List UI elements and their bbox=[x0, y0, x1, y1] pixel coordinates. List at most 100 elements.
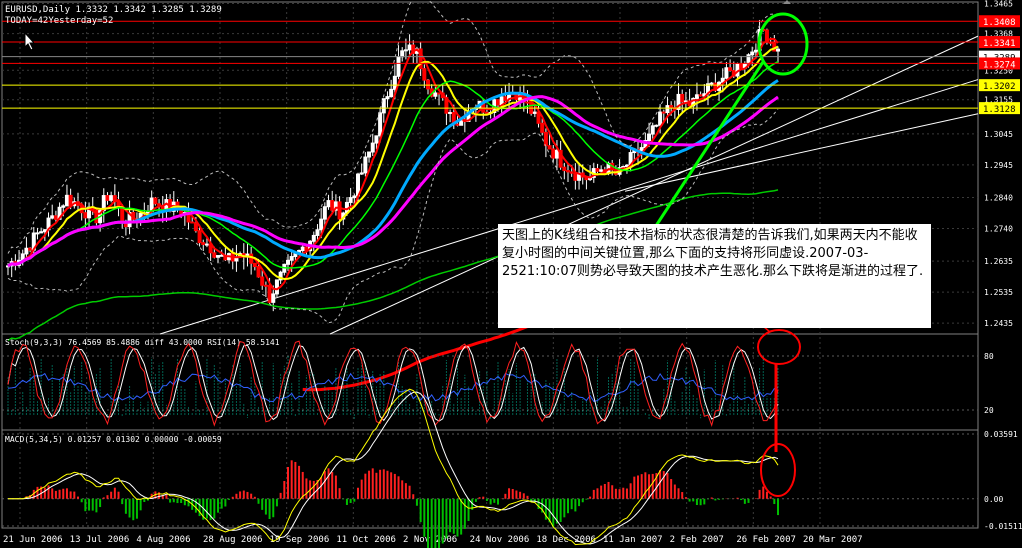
x-axis-label: 11 Jan 2007 bbox=[603, 535, 663, 545]
y-axis-label: 1.2840 bbox=[984, 193, 1013, 202]
candle-body bbox=[24, 247, 29, 255]
macd-axis-label: -0.01511 bbox=[984, 522, 1022, 531]
candle-body bbox=[709, 82, 714, 85]
candle-body bbox=[392, 75, 397, 90]
candle-body bbox=[274, 279, 279, 295]
candle-body bbox=[694, 94, 699, 99]
candle-body bbox=[403, 49, 408, 52]
x-axis-label: 20 Mar 2007 bbox=[803, 535, 863, 545]
x-axis-label: 28 Aug 2006 bbox=[203, 535, 263, 545]
highlight-circle-macd bbox=[760, 443, 796, 497]
candle-body bbox=[201, 242, 206, 245]
candle-body bbox=[256, 266, 261, 278]
candle-body bbox=[658, 111, 663, 126]
candle-body bbox=[252, 262, 257, 268]
candle-body bbox=[330, 200, 335, 211]
candle-body bbox=[363, 156, 368, 174]
price-chart-subtitle: TODAY=42Yesterday=52 bbox=[5, 16, 113, 26]
candle-body bbox=[286, 259, 290, 265]
x-axis-label: 26 Feb 2007 bbox=[736, 535, 796, 545]
y-axis-label: 1.2535 bbox=[984, 288, 1013, 297]
candle-body bbox=[153, 197, 158, 205]
candle-body bbox=[260, 276, 265, 286]
price-chart-title: EURUSD,Daily 1.3332 1.3342 1.3285 1.3289 bbox=[5, 5, 222, 15]
candle-body bbox=[193, 222, 198, 232]
candle-body bbox=[566, 170, 570, 173]
mouse-pointer-icon bbox=[24, 31, 36, 51]
candle-body bbox=[661, 111, 666, 114]
y-axis-label: 1.3045 bbox=[984, 130, 1013, 139]
candle-body bbox=[348, 197, 353, 203]
candle-body bbox=[547, 145, 552, 150]
x-axis-label: 13 Jul 2006 bbox=[70, 535, 130, 545]
price-tag-label: 1.3128 bbox=[983, 105, 1016, 115]
candle-body bbox=[433, 92, 438, 97]
candle-body bbox=[728, 67, 733, 72]
candle-body bbox=[212, 252, 217, 258]
candle-body bbox=[359, 172, 364, 175]
candle-body bbox=[551, 148, 556, 159]
candle-body bbox=[271, 293, 276, 303]
candle-body bbox=[750, 51, 755, 56]
candle-body bbox=[776, 48, 780, 52]
candle-body bbox=[647, 133, 652, 141]
candle-body bbox=[315, 229, 320, 236]
candle-body bbox=[263, 284, 268, 287]
candle-body bbox=[378, 112, 383, 137]
candle-body bbox=[61, 205, 66, 208]
candle-body bbox=[39, 231, 44, 234]
candle-body bbox=[374, 135, 379, 144]
candle-body bbox=[407, 44, 412, 51]
candle-body bbox=[68, 194, 73, 207]
candle-body bbox=[64, 194, 69, 207]
price-tag-label: 1.3408 bbox=[983, 18, 1016, 28]
candle-body bbox=[569, 171, 574, 174]
candle-body bbox=[50, 215, 55, 219]
candle-body bbox=[543, 131, 548, 147]
x-axis-label: 11 Oct 2006 bbox=[336, 535, 396, 545]
candle-body bbox=[216, 255, 220, 258]
candle-body bbox=[109, 195, 114, 201]
macd-axis-label: 0.03591 bbox=[984, 430, 1018, 439]
candle-body bbox=[724, 67, 729, 79]
macd-axis-label: 0.00 bbox=[984, 495, 1003, 504]
candle-body bbox=[400, 50, 405, 58]
candle-body bbox=[426, 79, 430, 90]
candle-body bbox=[496, 99, 500, 106]
y-axis-label: 1.2945 bbox=[984, 161, 1013, 170]
candle-body bbox=[525, 101, 530, 104]
candle-body bbox=[540, 122, 545, 133]
macd-panel-frame bbox=[1, 429, 979, 529]
candle-body bbox=[120, 206, 125, 222]
candle-body bbox=[573, 172, 578, 181]
y-axis-label: 1.2740 bbox=[984, 225, 1013, 234]
candle-body bbox=[654, 124, 659, 127]
y-axis-label: 1.2635 bbox=[984, 257, 1013, 266]
price-tag-label: 1.3274 bbox=[983, 60, 1016, 70]
candle-body bbox=[289, 256, 294, 261]
y-axis-label: 1.3465 bbox=[984, 0, 1013, 9]
candle-body bbox=[53, 215, 58, 220]
candle-body bbox=[337, 201, 342, 220]
candle-body bbox=[455, 123, 460, 126]
candle-body bbox=[599, 169, 604, 172]
candle-body bbox=[322, 206, 327, 220]
stoch-panel-frame bbox=[1, 333, 979, 431]
candle-body bbox=[698, 94, 703, 97]
highlight-circle-stoch bbox=[757, 329, 801, 365]
stoch-axis-label: 20 bbox=[984, 406, 994, 415]
x-axis-label: 2 Nov 2006 bbox=[403, 535, 457, 545]
candle-body bbox=[300, 246, 305, 252]
candle-body bbox=[219, 254, 224, 257]
candle-body bbox=[35, 232, 40, 235]
candle-body bbox=[370, 142, 375, 153]
candle-body bbox=[190, 221, 195, 224]
x-axis-label: 24 Nov 2006 bbox=[470, 535, 530, 545]
x-axis-label: 2 Feb 2007 bbox=[670, 535, 724, 545]
candle-body bbox=[484, 111, 489, 114]
candle-body bbox=[326, 200, 331, 208]
candle-body bbox=[422, 68, 427, 81]
x-axis-label: 4 Aug 2006 bbox=[136, 535, 190, 545]
candle-body bbox=[437, 92, 442, 95]
candle-body bbox=[532, 111, 537, 114]
